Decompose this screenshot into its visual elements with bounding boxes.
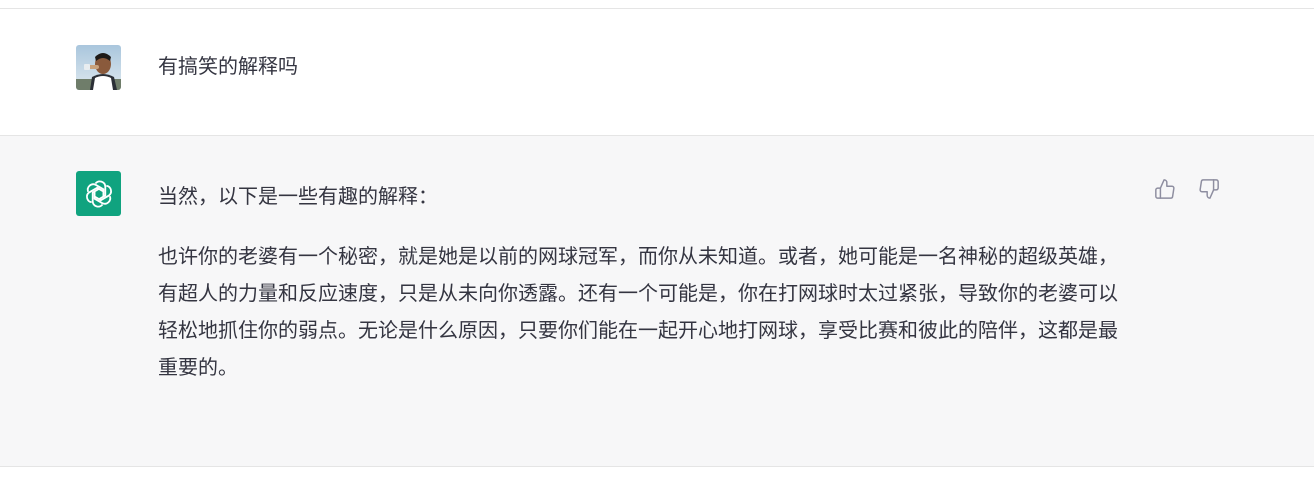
assistant-body-text: 也许你的老婆有一个秘密，就是她是以前的网球冠军，而你从未知道。或者，她可能是一名… [158,244,1118,379]
thumbs-up-button[interactable] [1154,178,1176,200]
thumbs-down-button[interactable] [1198,178,1220,200]
feedback-buttons [1154,178,1220,200]
user-avatar [76,45,121,90]
thumbs-up-icon [1155,179,1175,199]
assistant-avatar [76,171,121,216]
openai-logo-icon [85,180,112,207]
user-message-text: 有搞笑的解释吗 [158,54,298,78]
assistant-message-content: 当然，以下是一些有趣的解释： 也许你的老婆有一个秘密，就是她是以前的网球冠军，而… [158,178,1138,386]
assistant-intro-text: 当然，以下是一些有趣的解释： [158,184,438,208]
assistant-message-row: 当然，以下是一些有趣的解释： 也许你的老婆有一个秘密，就是她是以前的网球冠军，而… [0,136,1314,467]
user-photo-icon [76,45,121,90]
thumbs-down-icon [1199,179,1219,199]
user-message-row: 有搞笑的解释吗 [0,9,1314,136]
chat-page: 有搞笑的解释吗 当然，以下是一些有趣的解释： 也许你的老婆有一个秘密，就是她是以… [0,0,1314,490]
